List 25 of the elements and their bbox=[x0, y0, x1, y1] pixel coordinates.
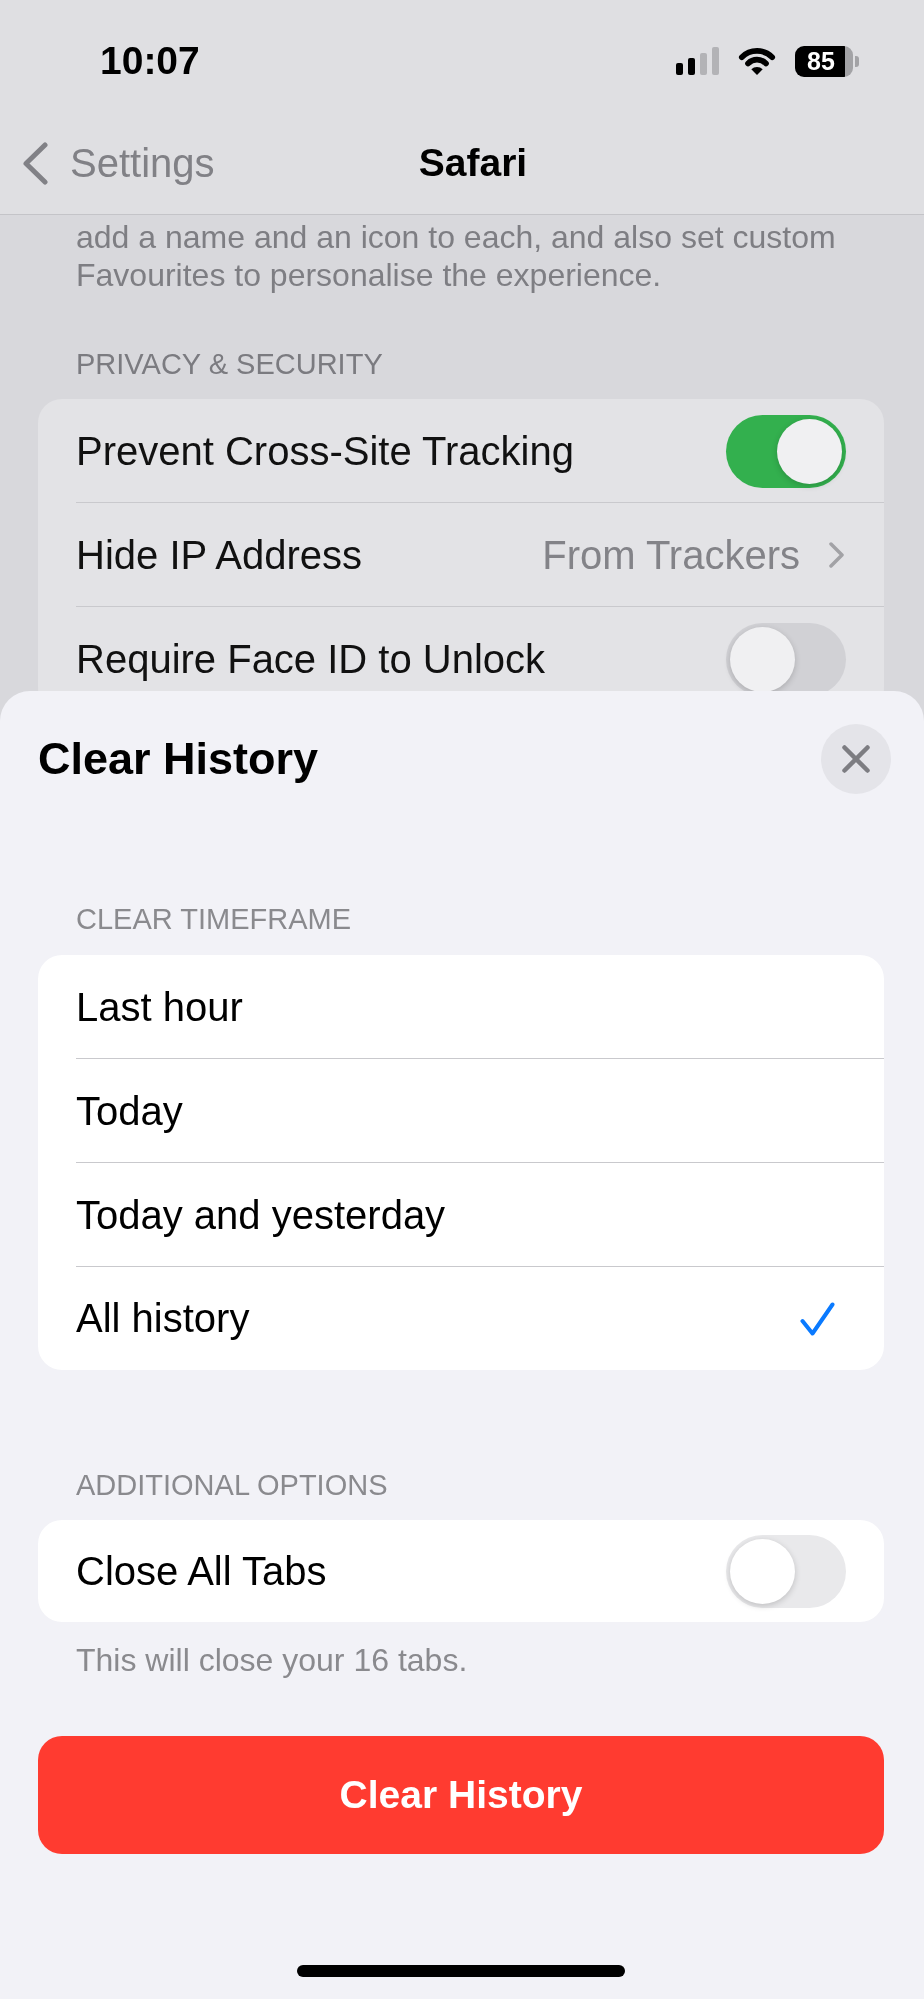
status-time: 10:07 bbox=[100, 39, 200, 83]
battery-indicator: 85 bbox=[795, 45, 859, 77]
section-header: ADDITIONAL OPTIONS bbox=[76, 1468, 389, 1503]
nav-title: Safari bbox=[418, 141, 528, 185]
wifi-icon bbox=[738, 47, 776, 75]
chevron-left-icon bbox=[22, 141, 48, 185]
setting-label: Hide IP Address bbox=[76, 532, 363, 578]
setting-value: From Trackers bbox=[542, 532, 800, 578]
chevron-right-icon bbox=[829, 542, 844, 568]
cellular-signal-icon bbox=[676, 47, 719, 75]
setting-label: Prevent Cross-Site Tracking bbox=[76, 428, 574, 474]
clear-history-button[interactable]: Clear History bbox=[38, 1736, 884, 1854]
sheet-title: Clear History bbox=[38, 733, 319, 785]
section-header: CLEAR TIMEFRAME bbox=[76, 902, 352, 937]
checkmark-icon bbox=[800, 1301, 835, 1336]
timeframe-option[interactable]: Last hour bbox=[38, 955, 884, 1059]
section-footer-text: This will close your 16 tabs. bbox=[76, 1641, 469, 1679]
timeframe-option[interactable]: Today bbox=[38, 1059, 884, 1163]
section-footer-text: add a name and an icon to each, and also set custom Favourites to personalise the experience. bbox=[76, 218, 837, 294]
setting-label: Require Face ID to Unlock bbox=[76, 636, 546, 682]
close-icon bbox=[842, 745, 870, 773]
timeframe-option[interactable]: Today and yesterday bbox=[38, 1163, 884, 1267]
timeframe-option[interactable]: All history bbox=[38, 1267, 884, 1370]
section-header: PRIVACY & SECURITY bbox=[76, 347, 384, 382]
setting-label: Close All Tabs bbox=[76, 1548, 327, 1594]
